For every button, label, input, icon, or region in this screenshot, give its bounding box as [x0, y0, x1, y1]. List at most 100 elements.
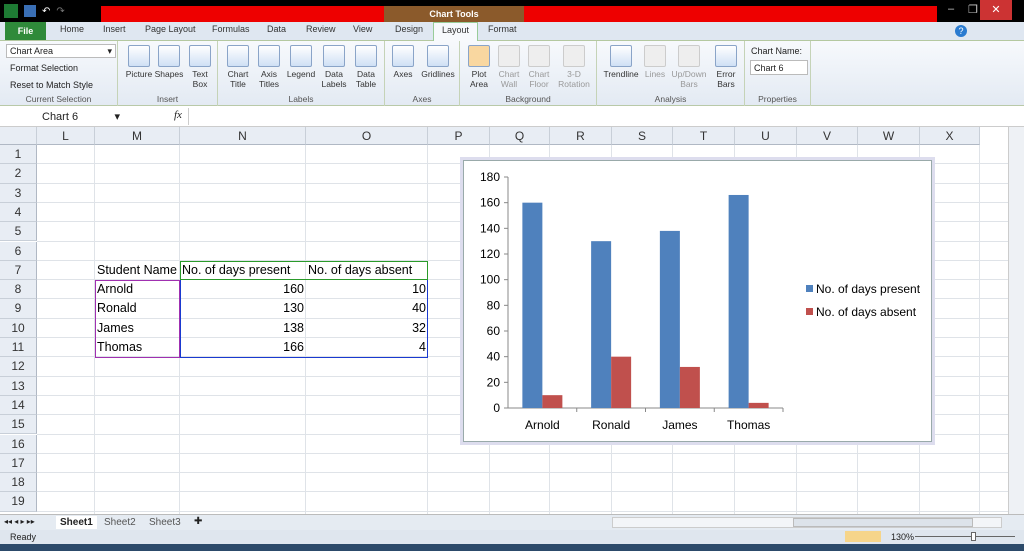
tab-data[interactable]: Data [267, 24, 286, 34]
column-header[interactable]: O [306, 127, 428, 145]
column-header[interactable]: U [735, 127, 797, 145]
table-cell[interactable]: 166 [182, 338, 304, 357]
name-box[interactable]: Chart 6 ▾ [6, 109, 124, 125]
column-header[interactable]: L [37, 127, 95, 145]
sheet-tab-sheet1[interactable]: Sheet1 [56, 516, 97, 529]
row-header[interactable]: 17 [0, 453, 37, 474]
row-header[interactable]: 16 [0, 434, 37, 454]
tab-review[interactable]: Review [306, 24, 336, 34]
data-table-button[interactable]: Data Table [350, 45, 382, 89]
row-header[interactable]: 13 [0, 376, 37, 396]
shapes-button[interactable]: Shapes [154, 45, 184, 79]
zoom-level[interactable]: 130% [891, 532, 914, 542]
chart-title-button[interactable]: Chart Title [222, 45, 254, 89]
lines-button[interactable]: Lines [641, 45, 669, 79]
row-header[interactable]: 19 [0, 492, 37, 512]
redo-icon[interactable]: ↷ [56, 6, 64, 17]
table-cell[interactable]: 40 [308, 299, 426, 318]
column-header[interactable]: R [550, 127, 612, 145]
error-bars-button[interactable]: Error Bars [709, 45, 743, 89]
table-cell[interactable]: Arnold [97, 280, 178, 299]
view-buttons[interactable] [845, 531, 881, 542]
row-header[interactable]: 4 [0, 202, 37, 223]
chart-name-input[interactable]: Chart 6 [750, 60, 808, 75]
tab-layout[interactable]: Layout [433, 22, 479, 41]
row-header[interactable]: 5 [0, 222, 37, 242]
tab-view[interactable]: View [353, 24, 372, 34]
row-header[interactable]: 2 [0, 164, 37, 184]
zoom-slider[interactable] [915, 532, 1015, 541]
data-labels-button[interactable]: Data Labels [318, 45, 350, 89]
column-header[interactable]: T [673, 127, 735, 145]
tab-page-layout[interactable]: Page Layout [145, 24, 196, 34]
chart-floor-button[interactable]: Chart Floor [524, 45, 554, 89]
table-cell[interactable]: 10 [308, 280, 426, 299]
row-header[interactable]: 10 [0, 318, 37, 338]
row-header[interactable]: 14 [0, 395, 37, 416]
row-header[interactable]: 11 [0, 338, 37, 358]
3d-rotation-button[interactable]: 3-D Rotation [556, 45, 592, 89]
trendline-button[interactable]: Trendline [601, 45, 641, 79]
vertical-scrollbar[interactable] [1008, 127, 1024, 514]
close-button[interactable]: ✕ [980, 0, 1012, 20]
formula-input[interactable] [188, 108, 1006, 125]
legend-button[interactable]: Legend [284, 45, 318, 79]
fx-icon[interactable]: fx [174, 109, 182, 121]
column-header[interactable]: W [858, 127, 920, 145]
insert-sheet-icon[interactable]: ✚ [194, 516, 202, 527]
column-header[interactable]: M [95, 127, 180, 145]
axis-titles-button[interactable]: Axis Titles [254, 45, 284, 89]
select-all-corner[interactable] [0, 127, 37, 145]
row-header[interactable]: 12 [0, 357, 37, 377]
tab-home[interactable]: Home [60, 24, 84, 34]
table-cell[interactable]: No. of days absent [308, 261, 426, 280]
format-selection-button[interactable]: Format Selection [10, 63, 78, 73]
plot-area-button[interactable]: Plot Area [464, 45, 494, 89]
text-box-button[interactable]: Text Box [188, 45, 212, 89]
column-header[interactable]: N [180, 127, 306, 145]
table-cell[interactable]: 130 [182, 299, 304, 318]
tab-file[interactable]: File [5, 22, 46, 40]
table-cell[interactable]: Student Name [97, 261, 178, 280]
sheet-tab-sheet3[interactable]: Sheet3 [149, 517, 181, 528]
undo-icon[interactable]: ↶ [42, 6, 50, 17]
column-header[interactable]: S [612, 127, 673, 145]
axes-button[interactable]: Axes [389, 45, 417, 79]
row-header[interactable]: 15 [0, 415, 37, 435]
sheet-nav-arrows[interactable]: ◂◂ ◂ ▸ ▸▸ [4, 517, 35, 526]
tab-design[interactable]: Design [395, 24, 423, 34]
picture-button[interactable]: Picture [124, 45, 154, 79]
column-header[interactable]: P [428, 127, 490, 145]
chart-element-dropdown[interactable]: Chart Area ▾ [6, 44, 116, 58]
column-header[interactable]: V [797, 127, 858, 145]
reset-to-match-style-button[interactable]: Reset to Match Style [10, 80, 93, 90]
table-cell[interactable]: 32 [308, 319, 426, 338]
gridlines-button[interactable]: Gridlines [419, 45, 457, 79]
restore-button[interactable]: ❐ [968, 3, 978, 16]
minimize-button[interactable]: – [948, 3, 954, 15]
chart[interactable]: 0 20 40 60 80 100 120 140 160 180 Arnold Ronald Jame… [463, 160, 932, 442]
table-cell[interactable]: Thomas [97, 338, 178, 357]
save-icon[interactable] [24, 5, 36, 17]
column-header[interactable]: Q [490, 127, 550, 145]
row-header[interactable]: 3 [0, 183, 37, 203]
row-header[interactable]: 8 [0, 280, 37, 300]
row-header[interactable]: 9 [0, 299, 37, 319]
column-header[interactable]: X [920, 127, 980, 145]
table-cell[interactable]: Ronald [97, 299, 178, 318]
chart-wall-button[interactable]: Chart Wall [494, 45, 524, 89]
tab-format[interactable]: Format [488, 24, 517, 34]
up-down-bars-button[interactable]: Up/Down Bars [669, 45, 709, 89]
help-icon[interactable]: ? [955, 25, 967, 37]
row-header[interactable]: 7 [0, 260, 37, 281]
table-cell[interactable]: 4 [308, 338, 426, 357]
row-header[interactable]: 1 [0, 145, 37, 165]
tab-formulas[interactable]: Formulas [212, 24, 250, 34]
horizontal-scrollbar[interactable] [612, 517, 1002, 528]
table-cell[interactable]: No. of days present [182, 261, 304, 280]
table-cell[interactable]: James [97, 319, 178, 338]
table-cell[interactable]: 138 [182, 319, 304, 338]
sheet-tab-sheet2[interactable]: Sheet2 [104, 517, 136, 528]
tab-insert[interactable]: Insert [103, 24, 126, 34]
row-header[interactable]: 18 [0, 473, 37, 493]
